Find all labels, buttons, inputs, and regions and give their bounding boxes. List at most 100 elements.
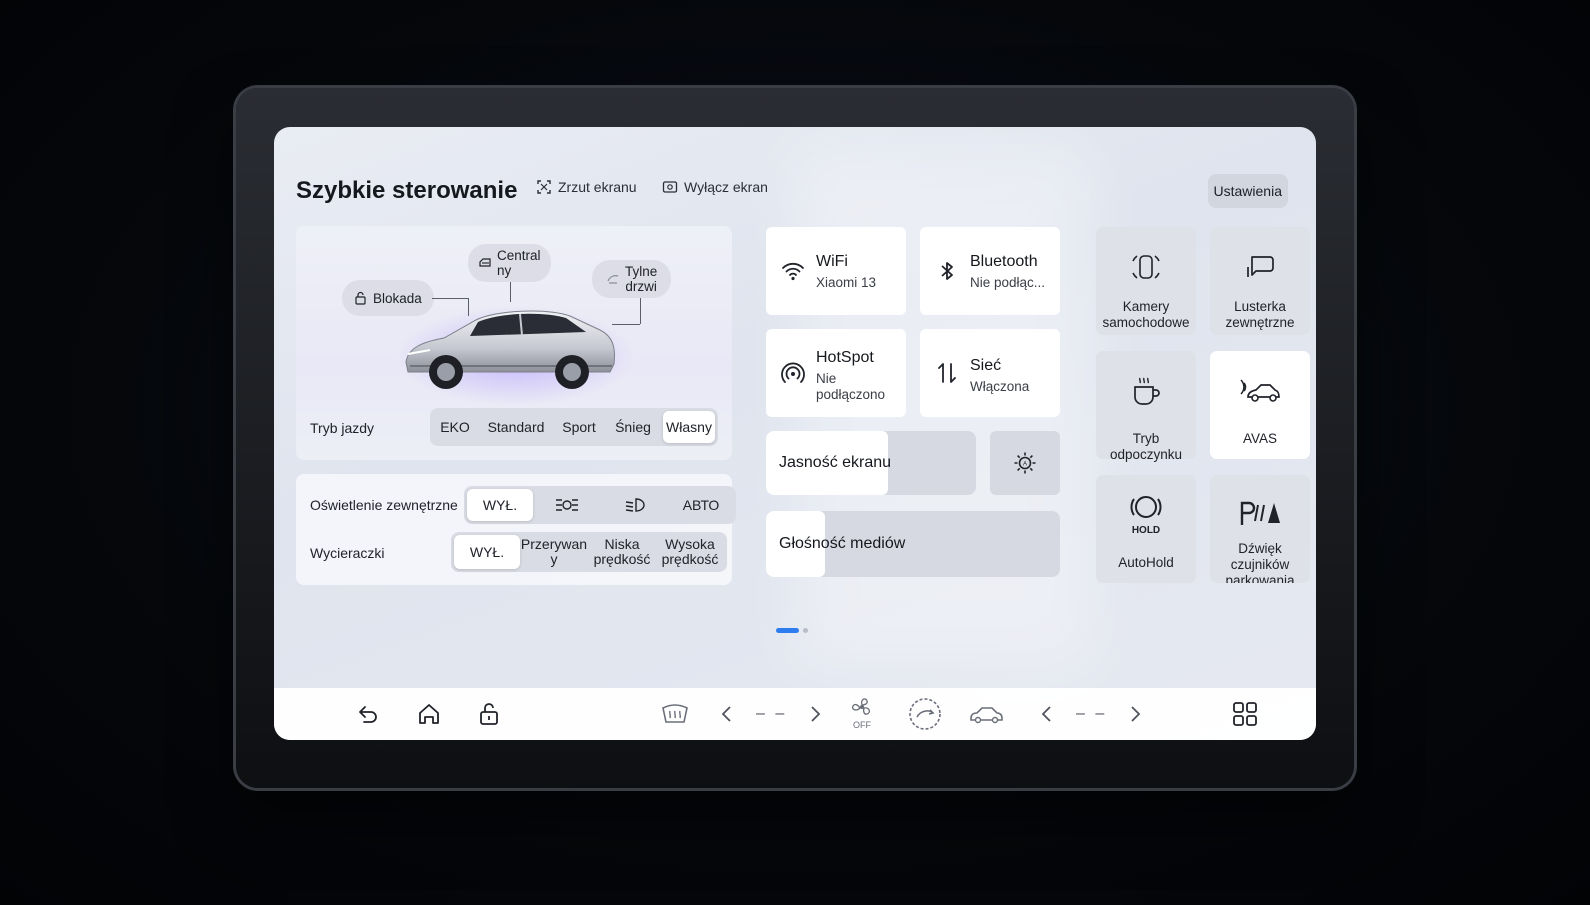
rear-door-icon (607, 275, 619, 284)
lighting-auto-option[interactable]: АВТО (669, 489, 733, 521)
car-cameras-tile[interactable]: Kamery samochodowe (1096, 227, 1196, 335)
quick-controls-screen: Szybkie sterowanie Zrzut ekranu Wyłącz e… (274, 127, 1316, 740)
lighting-position-option[interactable] (533, 489, 601, 521)
bluetooth-tile[interactable]: Bluetooth Nie podłąc... (920, 227, 1060, 315)
page-dot[interactable] (803, 628, 808, 633)
network-title: Sieć (970, 357, 1002, 374)
autohold-icon-text: HOLD (1131, 525, 1161, 536)
chevron-right-icon[interactable] (808, 704, 822, 724)
settings-button[interactable]: Ustawienia (1207, 174, 1288, 208)
hotspot-status-1: Nie (816, 371, 837, 386)
page-title: Szybkie sterowanie (296, 177, 518, 204)
side-mirror-icon (1247, 256, 1274, 277)
page-dot-active[interactable] (776, 628, 799, 633)
auto-brightness-button[interactable]: A (990, 431, 1060, 495)
wifi-title: WiFi (816, 253, 848, 270)
chevron-left-icon[interactable] (1040, 704, 1054, 724)
wipers-intermittent-option[interactable]: Przerywan y (520, 535, 588, 569)
fan-icon (851, 698, 871, 715)
wipers-low-option[interactable]: Niska prędkość (588, 535, 656, 569)
drive-mode-sport[interactable]: Sport (555, 411, 603, 443)
rear-doors-text: Tylne drzwi (625, 264, 657, 294)
exterior-mirrors-tile[interactable]: Lusterka zewnętrzne (1210, 227, 1310, 335)
rear-defrost-icon[interactable] (660, 702, 690, 726)
wifi-tile[interactable]: WiFi Xiaomi 13 (766, 227, 906, 315)
screen-off-button[interactable]: Wyłącz ekran (662, 179, 768, 195)
avas-label: AVAS (1242, 431, 1277, 446)
volume-label: Głośność mediów (779, 535, 906, 552)
central-lock-text: Central ny (497, 248, 541, 278)
chevron-right-icon[interactable] (1128, 704, 1142, 724)
avas-tile[interactable]: AVAS (1210, 351, 1310, 459)
rest-mode-label: Tryb odpoczynku (1109, 431, 1183, 462)
car-image (405, 310, 615, 389)
camera-360-icon (1132, 255, 1160, 279)
bottom-dock: – – OFF – – (274, 688, 1316, 740)
parking-sensor-sound-tile[interactable]: Dźwięk czujników parkowania (1210, 475, 1310, 583)
drive-mode-standard[interactable]: Standard (477, 411, 555, 443)
right-temperature-readout: – – (1076, 705, 1108, 722)
brightness-label: Jasność ekranu (779, 454, 892, 471)
network-status: Włączona (970, 379, 1030, 394)
rear-doors-button[interactable]: Tylne drzwi (592, 260, 672, 298)
lighting-low-beam-option[interactable] (601, 489, 669, 521)
screenshot-label: Zrzut ekranu (558, 179, 637, 195)
autohold-tile[interactable]: HOLD AutoHold (1096, 475, 1196, 583)
exterior-mirrors-label-1: Lusterka (1234, 299, 1286, 314)
parking-sound-label-1: Dźwięk (1238, 541, 1282, 556)
screen-off-label: Wyłącz ekran (684, 179, 768, 195)
wipers-off-option[interactable]: WYŁ. (454, 535, 520, 569)
autohold-label: AutoHold (1118, 555, 1174, 570)
rear-doors-label-2: drzwi (625, 279, 657, 294)
hotspot-title: HotSpot (816, 349, 874, 366)
car-door-icon (479, 258, 491, 267)
wipers-high-label-2: prędkość (661, 551, 719, 567)
unlock-icon[interactable] (477, 701, 501, 727)
media-volume-slider[interactable]: Głośność mediów (766, 511, 1060, 577)
wipers-selector: WYŁ. Przerywan y Niska prędkość Wysoka p… (451, 532, 727, 572)
left-temperature-readout: – – (756, 705, 788, 722)
rear-doors-label-1: Tylne (625, 264, 658, 279)
wipers-high-label-1: Wysoka (665, 536, 715, 552)
drive-mode-snow[interactable]: Śnieg (603, 411, 663, 443)
wipers-high-option[interactable]: Wysoka prędkość (656, 535, 724, 569)
rest-mode-tile[interactable]: Tryb odpoczynku (1096, 351, 1196, 462)
wifi-icon (782, 262, 804, 281)
hotspot-status-2: podłączono (816, 387, 886, 402)
drive-mode-custom[interactable]: Własny (663, 411, 715, 443)
car-cameras-label-2: samochodowe (1102, 315, 1190, 330)
home-icon[interactable] (416, 701, 442, 727)
leader-line (510, 282, 511, 302)
vehicle-card: Blokada Central ny Tylne drzwi Tryb jazd… (296, 226, 732, 460)
low-beam-icon (625, 498, 645, 512)
leader-line (640, 298, 641, 324)
hotspot-tile[interactable]: HotSpot Nie podłączono (766, 329, 906, 417)
central-lock-button[interactable]: Central ny (468, 244, 551, 282)
drive-mode-label: Tryb jazdy (310, 420, 375, 436)
lighting-off-option[interactable]: WYŁ. (467, 489, 533, 521)
unlock-icon (355, 291, 366, 305)
parking-sound-label-2: czujników (1230, 557, 1290, 572)
hotspot-icon (781, 362, 805, 383)
lighting-wipers-card: Oświetlenie zewnętrzne WYŁ. АВТО Wyciera… (296, 474, 736, 585)
svg-text:A: A (1023, 462, 1027, 468)
central-lock-label-1: Central (497, 248, 541, 263)
back-icon[interactable] (356, 702, 380, 726)
car-climate-icon[interactable] (968, 703, 1004, 725)
bluetooth-status: Nie podłąc... (970, 275, 1046, 290)
screen-off-icon (662, 181, 678, 193)
screenshot-button[interactable]: Zrzut ekranu (536, 179, 637, 195)
app-grid-icon[interactable] (1232, 701, 1258, 727)
exterior-mirrors-label-2: zewnętrzne (1225, 315, 1295, 330)
chevron-left-icon[interactable] (720, 704, 734, 724)
background: Szybkie sterowanie Zrzut ekranu Wyłącz e… (0, 0, 1590, 905)
drive-mode-eko[interactable]: EKO (433, 411, 477, 443)
fan-off-button[interactable]: OFF (848, 696, 876, 732)
auto-brightness-icon: A (1014, 452, 1036, 474)
car-cameras-label-1: Kamery (1122, 299, 1170, 314)
parking-sensor-icon (1240, 501, 1280, 525)
screen-brightness-slider[interactable]: Jasność ekranu (766, 431, 976, 495)
air-circulation-icon[interactable] (908, 697, 942, 731)
wipers-low-label-2: prędkość (593, 551, 651, 567)
network-tile[interactable]: Sieć Włączona (920, 329, 1060, 417)
